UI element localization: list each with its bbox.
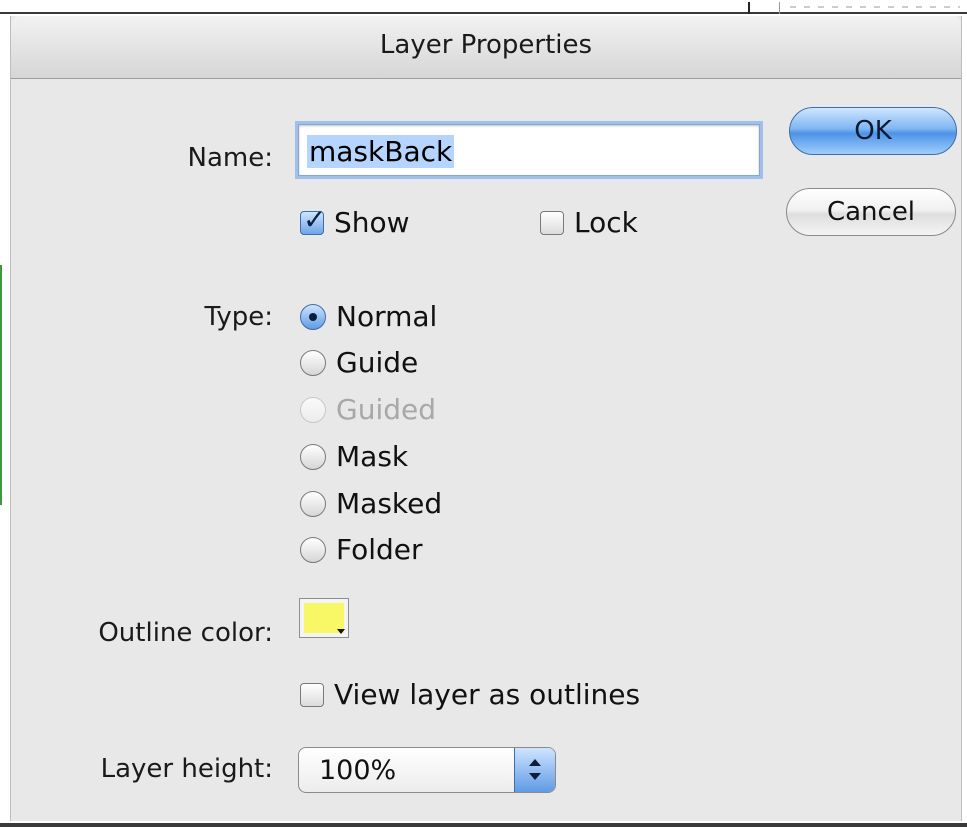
- name-label: Name:: [187, 143, 273, 173]
- radio-dot-icon: [309, 312, 317, 321]
- radio-masked[interactable]: [300, 490, 326, 517]
- cancel-button[interactable]: Cancel: [786, 188, 956, 236]
- type-option-label: Guide: [336, 346, 419, 379]
- name-input[interactable]: maskBack: [298, 124, 760, 176]
- type-option-masked[interactable]: Masked: [300, 487, 442, 520]
- chevron-down-icon: [337, 629, 345, 634]
- radio-normal[interactable]: [300, 303, 326, 330]
- up-down-arrows-icon: [514, 748, 555, 792]
- outline-color-label: Outline color:: [98, 618, 273, 648]
- background-window-dashes: [790, 6, 960, 8]
- type-option-normal[interactable]: Normal: [300, 300, 437, 333]
- radio-folder[interactable]: [300, 536, 326, 563]
- background-window-mark: [748, 2, 780, 14]
- background-window-bottom-edge: [0, 823, 967, 827]
- background-window-accent: [0, 265, 2, 505]
- arrow-up-icon: [529, 759, 541, 766]
- dialog-title: Layer Properties: [379, 30, 593, 60]
- arrow-down-icon: [529, 773, 541, 780]
- show-checkbox-box[interactable]: ✓: [300, 205, 326, 235]
- type-option-folder[interactable]: Folder: [300, 533, 423, 566]
- screen: Layer Properties Name: maskBack OK Cance…: [0, 0, 967, 827]
- type-option-label: Folder: [336, 533, 423, 566]
- type-option-label: Mask: [336, 440, 409, 473]
- type-option-mask[interactable]: Mask: [300, 440, 408, 473]
- layer-height-label: Layer height:: [100, 754, 273, 784]
- type-label: Type:: [204, 302, 273, 332]
- lock-checkbox[interactable]: Lock: [540, 206, 638, 239]
- lock-label: Lock: [574, 206, 638, 239]
- layer-height-value: 100%: [319, 755, 397, 786]
- show-checkbox[interactable]: ✓ Show: [300, 205, 410, 239]
- view-outlines-checkbox-box[interactable]: [300, 682, 324, 707]
- radio-mask[interactable]: [300, 443, 326, 470]
- dialog-titlebar: Layer Properties: [11, 16, 961, 79]
- checkmark-icon: ✓: [303, 202, 327, 236]
- view-outlines-label: View layer as outlines: [334, 678, 641, 711]
- outline-color-swatch[interactable]: [299, 598, 349, 638]
- view-outlines-checkbox[interactable]: View layer as outlines: [300, 678, 640, 711]
- layer-properties-dialog: Layer Properties Name: maskBack OK Cance…: [10, 16, 962, 821]
- type-option-label: Normal: [336, 300, 438, 333]
- name-input-value: maskBack: [307, 135, 455, 168]
- lock-checkbox-box[interactable]: [540, 210, 564, 235]
- type-option-label: Masked: [336, 487, 443, 520]
- type-option-label: Guided: [336, 393, 436, 426]
- radio-guide[interactable]: [300, 349, 326, 376]
- radio-guided: [300, 396, 326, 423]
- ok-button[interactable]: OK: [789, 107, 957, 155]
- type-option-guide[interactable]: Guide: [300, 346, 418, 379]
- type-option-guided: Guided: [300, 393, 436, 426]
- show-label: Show: [334, 206, 410, 239]
- layer-height-select[interactable]: 100%: [298, 747, 556, 793]
